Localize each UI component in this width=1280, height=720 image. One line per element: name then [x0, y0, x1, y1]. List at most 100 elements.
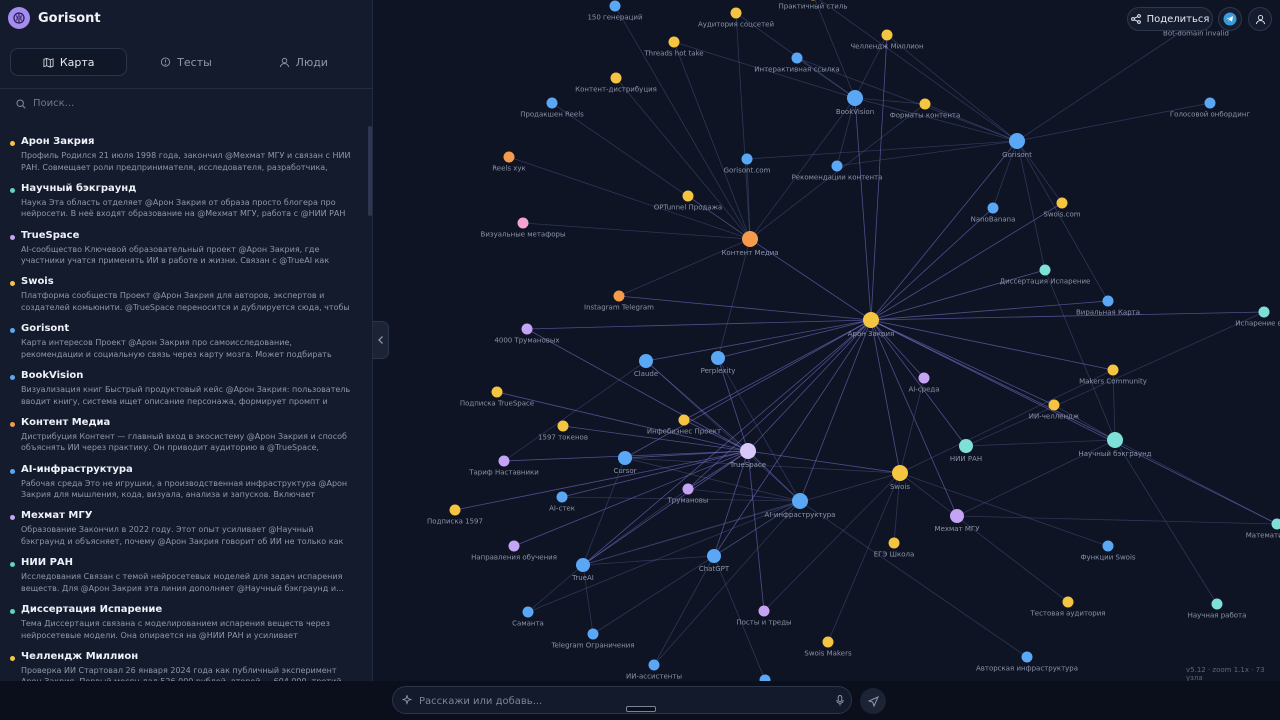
graph-node-circle[interactable]: [792, 493, 808, 509]
graph-node-circle[interactable]: [892, 465, 908, 481]
graph-node-tru4000[interactable]: 4000 Трумановых: [494, 323, 560, 345]
graph-node-claude[interactable]: Claude: [634, 354, 658, 378]
graph-node-circle[interactable]: [682, 190, 694, 202]
graph-node-swoismakers[interactable]: Swois Makers: [804, 636, 852, 658]
graph-node-nauchbg[interactable]: Научный бэкграунд: [1078, 432, 1152, 458]
graph-node-circle[interactable]: [1021, 651, 1033, 663]
send-button[interactable]: [860, 688, 886, 714]
graph-node-circle[interactable]: [449, 504, 461, 516]
graph-node-swois[interactable]: Swois: [890, 465, 910, 491]
graph-node-circle[interactable]: [1102, 295, 1114, 307]
graph-node-gorcom[interactable]: Gorisont.com: [724, 153, 771, 175]
graph-node-viralmap[interactable]: Виральная Карта: [1076, 295, 1140, 317]
tab-people[interactable]: Люди: [245, 48, 362, 76]
graph-node-truespace[interactable]: TrueSpace: [729, 443, 766, 469]
graph-node-kontmedia[interactable]: Контент Медиа: [721, 231, 779, 257]
chat-input-box[interactable]: [392, 686, 852, 714]
graph-node-swoiscom[interactable]: Swois.com: [1043, 197, 1081, 219]
graph-node-circle[interactable]: [1204, 97, 1216, 109]
graph-node-trumany[interactable]: Трумановы: [667, 483, 709, 505]
graph-node-samanta[interactable]: Саманта: [512, 606, 544, 628]
search-field[interactable]: Поиск...: [16, 98, 74, 109]
microphone-icon[interactable]: [836, 695, 844, 706]
graph-node-circle[interactable]: [613, 290, 625, 302]
graph-node-circle[interactable]: [1048, 399, 1060, 411]
graph-node-tok1597[interactable]: 1597 токенов: [538, 420, 588, 442]
graph-node-circle[interactable]: [576, 558, 590, 572]
graph-node-circle[interactable]: [822, 636, 834, 648]
graph-node-circle[interactable]: [556, 491, 568, 503]
graph-node-circle[interactable]: [707, 549, 721, 563]
graph-node-niiran[interactable]: НИИ РАН: [950, 439, 982, 463]
graph-node-circle[interactable]: [888, 537, 900, 549]
brand[interactable]: Gorisont: [8, 7, 101, 29]
graph-node-circle[interactable]: [740, 443, 756, 459]
graph-node-aron[interactable]: Арон Закрия: [848, 312, 895, 338]
graph-node-chatgpt[interactable]: ChatGPT: [699, 549, 730, 573]
list-item[interactable]: Swois Платформа сообществ Проект @Арон За…: [0, 266, 368, 313]
chat-input[interactable]: [417, 692, 821, 710]
graph-node-funcswois[interactable]: Функции Swois: [1080, 540, 1136, 562]
graph-node-aiinfra[interactable]: AI-инфраструктура: [765, 493, 836, 519]
graph-node-circle[interactable]: [522, 606, 534, 618]
tab-tests[interactable]: Тесты: [127, 48, 244, 76]
graph-node-circle[interactable]: [831, 160, 843, 172]
graph-node-circle[interactable]: [639, 354, 653, 368]
graph-node-circle[interactable]: [919, 98, 931, 110]
graph-node-circle[interactable]: [758, 605, 770, 617]
tab-map[interactable]: Карта: [10, 48, 128, 76]
list-item[interactable]: Контент Медиа Дистрибуция Контент — главн…: [0, 407, 368, 454]
graph-node-circle[interactable]: [1009, 133, 1025, 149]
list-item[interactable]: Gorisont Карта интересов Проект @Арон Зак…: [0, 313, 368, 360]
list-item[interactable]: Диссертация Испарение Тема Диссертация св…: [0, 594, 368, 641]
list-scrollbar[interactable]: [368, 126, 372, 216]
list-item[interactable]: Научный бэкграунд Наука Эта область отдел…: [0, 173, 368, 220]
graph-node-nanobanana[interactable]: NanoBanana: [971, 202, 1016, 224]
graph-node-circle[interactable]: [741, 153, 753, 165]
graph-node-circle[interactable]: [1102, 540, 1114, 552]
graph-node-kontdist[interactable]: Контент-дистрибуция: [575, 72, 657, 94]
graph-node-circle[interactable]: [847, 90, 863, 106]
graph-node-golos[interactable]: Голосовой онбординг: [1170, 97, 1250, 119]
list-item[interactable]: НИИ РАН Исследования Связан с темой нейро…: [0, 547, 368, 594]
graph-node-tarif[interactable]: Тариф Наставники: [468, 455, 539, 477]
graph-node-circle[interactable]: [1062, 596, 1074, 608]
graph-node-circle[interactable]: [863, 312, 879, 328]
graph-node-circle[interactable]: [587, 628, 599, 640]
graph-node-testaud[interactable]: Тестовая аудитория: [1029, 596, 1106, 618]
graph-node-pod1597[interactable]: Подписка 1597: [427, 504, 483, 526]
list-item[interactable]: AI-инфраструктура Рабочая среда Это не иг…: [0, 454, 368, 501]
graph-node-avtinfra[interactable]: Авторская инфраструктура: [976, 651, 1078, 673]
graph-node-iiass[interactable]: ИИ-ассистенты: [626, 659, 682, 681]
graph-node-circle[interactable]: [610, 72, 622, 84]
graph-node-circle[interactable]: [491, 386, 503, 398]
graph-node-circle[interactable]: [508, 540, 520, 552]
graph-node-trueai[interactable]: TrueAI: [571, 558, 594, 582]
graph-node-circle[interactable]: [918, 372, 930, 384]
graph-node-interakt[interactable]: Интерактивная ссылка: [754, 52, 840, 74]
graph-node-audsoc[interactable]: Аудитория соцсетей: [698, 7, 774, 29]
graph-node-circle[interactable]: [1107, 432, 1123, 448]
graph-node-circle[interactable]: [1056, 197, 1068, 209]
list-item[interactable]: TrueSpace AI-сообщество Ключевой образова…: [0, 220, 368, 267]
graph-node-circle[interactable]: [498, 455, 510, 467]
graph-node-ege[interactable]: ЕГЭ Школа: [874, 537, 915, 559]
graph-node-napravl[interactable]: Направления обучения: [471, 540, 557, 562]
profile-button[interactable]: [1248, 7, 1272, 31]
graph-node-tgogr[interactable]: Telegram Ограничения: [550, 628, 635, 650]
graph-node-makers[interactable]: Makers Community: [1079, 364, 1147, 386]
graph-node-circle[interactable]: [808, 0, 819, 1]
graph-node-vizmeta[interactable]: Визуальные метафоры: [481, 217, 566, 239]
graph-node-rekom[interactable]: Рекомендации контента: [792, 160, 883, 182]
graph-node-prodreels[interactable]: Продакшен Reels: [520, 97, 584, 119]
graph-node-circle[interactable]: [668, 36, 680, 48]
graph-node-circle[interactable]: [609, 0, 621, 12]
graph-node-circle[interactable]: [1039, 264, 1051, 276]
graph-node-circle[interactable]: [881, 29, 893, 41]
graph-node-gen150[interactable]: 150 генераций: [587, 0, 643, 22]
graph-node-chmil[interactable]: Челлендж Миллион: [850, 29, 924, 51]
graph-node-circle[interactable]: [618, 451, 632, 465]
graph-node-circle[interactable]: [791, 52, 803, 64]
graph-node-circle[interactable]: [1271, 518, 1280, 530]
graph-node-circle[interactable]: [682, 483, 694, 495]
